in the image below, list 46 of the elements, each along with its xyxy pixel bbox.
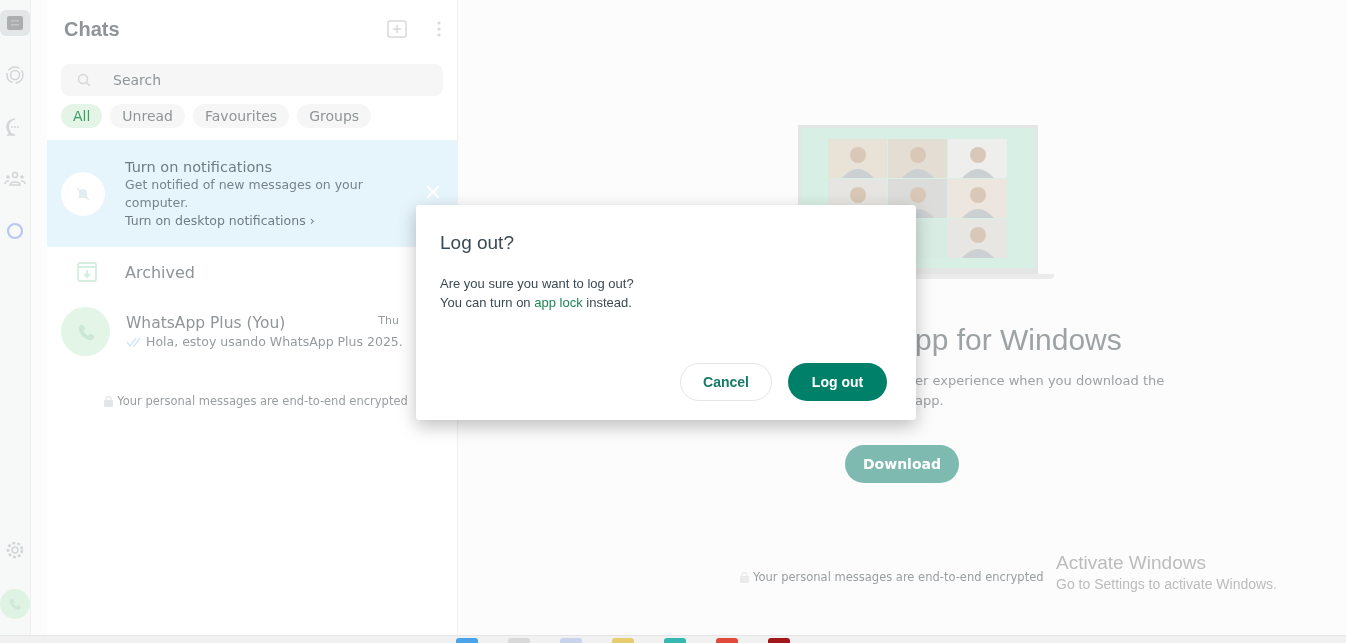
- filter-chip[interactable]: Favourites: [193, 104, 290, 128]
- banner-title: Turn on notifications: [125, 159, 274, 175]
- ring-icon: [4, 220, 26, 242]
- dialog-title: Log out?: [440, 232, 515, 254]
- encryption-note: Your personal messages are end-to-end encrypted: [117, 394, 408, 408]
- new-chat-icon[interactable]: [387, 20, 407, 38]
- search-field[interactable]: Search: [61, 64, 443, 96]
- taskbar-icon[interactable]: [768, 638, 790, 643]
- taskbar-icon[interactable]: [560, 638, 582, 643]
- filter-chip[interactable]: Groups: [297, 104, 372, 128]
- taskbar-icon[interactable]: [612, 638, 634, 643]
- taskbar-icon[interactable]: [716, 638, 738, 643]
- close-button[interactable]: [425, 184, 441, 200]
- archived-label[interactable]: Archived: [125, 262, 196, 282]
- activation-text: Go to Settings to activate Windows.: [1056, 576, 1277, 592]
- filter-chip[interactable]: Unread: [110, 104, 185, 128]
- taskbar-icon[interactable]: [456, 638, 478, 643]
- chat-name[interactable]: WhatsApp Plus (You): [126, 314, 286, 332]
- promo-text: er experience when you download the: [915, 372, 1166, 390]
- download-button[interactable]: Download: [845, 445, 959, 483]
- app-lock-link[interactable]: app lock: [534, 295, 583, 310]
- dialog-text: Are you sure you want to log out?: [440, 275, 635, 293]
- filter-chip[interactable]: All: [61, 104, 103, 128]
- panel-title: Chats: [64, 17, 121, 41]
- encryption-note: Your personal messages are end-to-end encrypted: [753, 570, 1044, 584]
- status-icon: [4, 64, 26, 86]
- rail-button[interactable]: [0, 10, 30, 36]
- chat-time: Thu: [378, 314, 399, 329]
- promo-title: pp for Windows: [915, 323, 1123, 357]
- menu-icon[interactable]: [437, 21, 441, 37]
- logout-button[interactable]: Log out: [788, 363, 887, 401]
- banner-text: Get notified of new messages on your computer.: [125, 176, 364, 212]
- dialog-text: You can turn on app lock instead.: [440, 294, 633, 312]
- taskbar-icon[interactable]: [508, 638, 530, 643]
- taskbar-icon[interactable]: [664, 638, 686, 643]
- muted-bell-icon: [75, 185, 91, 202]
- profile-avatar[interactable]: [0, 589, 30, 619]
- archive-icon: [77, 262, 97, 282]
- promo-text: app.: [915, 392, 945, 410]
- activation-title: Activate Windows: [1056, 552, 1207, 574]
- cancel-button[interactable]: Cancel: [680, 363, 772, 401]
- lock-icon: [104, 395, 114, 407]
- chat-avatar: [61, 307, 110, 356]
- notifications-link[interactable]: Turn on desktop notifications ›: [125, 213, 385, 228]
- settings-icon: [4, 539, 26, 561]
- chat-preview: Hola, estoy usando WhatsApp Plus 2025.: [146, 334, 403, 349]
